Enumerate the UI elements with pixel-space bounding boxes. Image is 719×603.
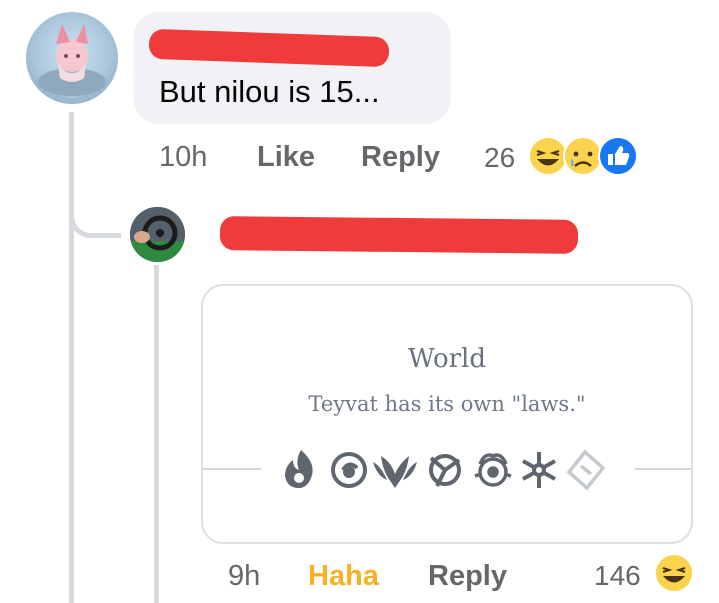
geo-icon bbox=[566, 449, 606, 491]
comment-time[interactable]: 10h bbox=[159, 141, 207, 174]
card-subtitle: Teyvat has its own "laws." bbox=[308, 392, 586, 416]
reply-reaction-count[interactable]: 146 bbox=[594, 560, 641, 592]
card-title: World bbox=[408, 344, 486, 374]
reaction-count[interactable]: 26 bbox=[484, 142, 515, 174]
anemo-icon bbox=[373, 456, 417, 488]
haha-emoji bbox=[528, 136, 568, 176]
reply-reaction-summary[interactable] bbox=[653, 552, 695, 594]
steering-wheel-photo-icon bbox=[130, 207, 185, 262]
thread-line-reply bbox=[154, 265, 159, 603]
element-icons-row bbox=[277, 446, 617, 492]
redacted-author-name bbox=[148, 28, 390, 68]
reply-time[interactable]: 9h bbox=[228, 560, 260, 593]
thread-connector bbox=[69, 190, 121, 238]
haha-emoji bbox=[654, 553, 694, 593]
divider-right bbox=[635, 468, 691, 470]
redacted-reply-author-name bbox=[219, 216, 579, 254]
reply-author-avatar[interactable] bbox=[130, 207, 185, 262]
cryo-icon bbox=[522, 452, 556, 488]
comment-bubble[interactable]: But nilou is 15... bbox=[133, 12, 451, 124]
avatar-character-icon bbox=[38, 24, 106, 96]
shared-image-card[interactable]: World Teyvat has its own "laws." bbox=[201, 284, 693, 544]
electro-icon bbox=[429, 454, 461, 487]
reply-reply-button[interactable]: Reply bbox=[428, 560, 507, 593]
divider-left bbox=[203, 468, 261, 470]
like-emoji bbox=[598, 136, 638, 176]
dendro-icon bbox=[474, 453, 512, 487]
thread-line-main bbox=[69, 112, 74, 603]
reaction-summary[interactable] bbox=[528, 134, 638, 178]
hydro-icon bbox=[331, 452, 367, 488]
reply-button[interactable]: Reply bbox=[361, 141, 440, 174]
comment-text: But nilou is 15... bbox=[159, 74, 380, 109]
like-button[interactable]: Like bbox=[257, 141, 315, 174]
commenter-avatar[interactable] bbox=[26, 12, 118, 104]
pyro-icon bbox=[285, 450, 313, 488]
sad-emoji bbox=[563, 136, 603, 176]
haha-reaction-button[interactable]: Haha bbox=[308, 560, 379, 593]
